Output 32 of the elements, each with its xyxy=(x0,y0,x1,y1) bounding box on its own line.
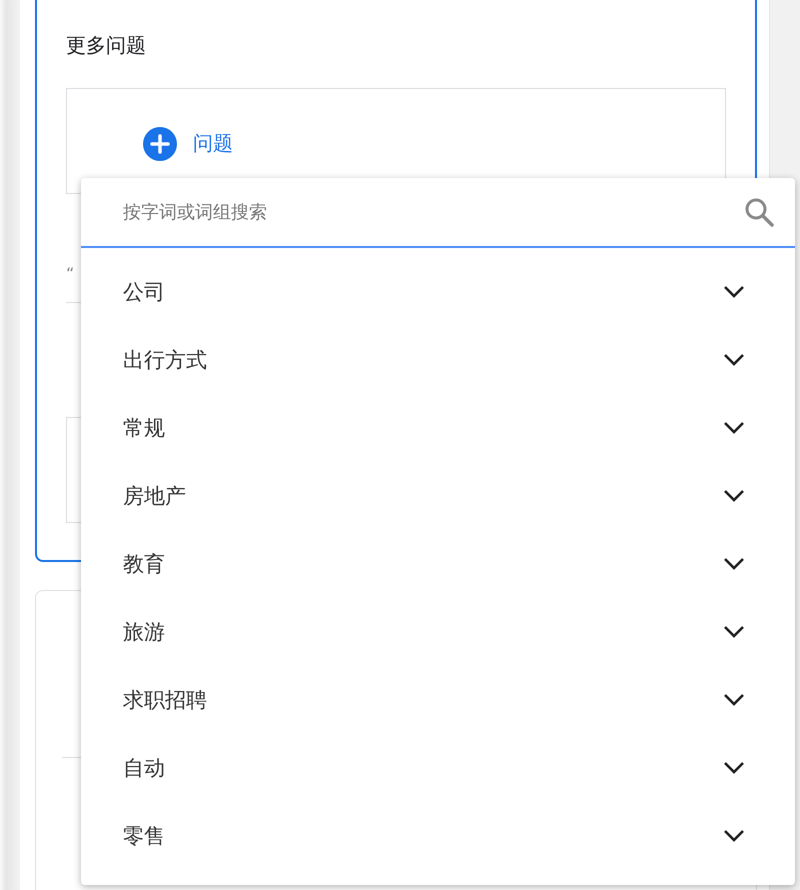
category-item[interactable]: 常规 xyxy=(81,394,795,462)
chevron-icon[interactable] xyxy=(723,761,745,775)
category-item[interactable]: 教育 xyxy=(81,530,795,598)
chevron-icon[interactable] xyxy=(723,353,745,367)
category-label: 自动 xyxy=(123,755,165,782)
chevron-icon[interactable] xyxy=(723,557,745,571)
category-label: 零售 xyxy=(123,823,165,850)
category-item[interactable]: 旅游 xyxy=(81,598,795,666)
category-label: 出行方式 xyxy=(123,347,207,374)
add-question-button[interactable]: 问题 xyxy=(143,126,233,160)
category-item[interactable]: 公司 xyxy=(81,258,795,326)
search-icon[interactable] xyxy=(743,196,775,228)
chevron-icon[interactable] xyxy=(723,693,745,707)
category-label: 求职招聘 xyxy=(123,687,207,714)
chevron-icon[interactable] xyxy=(723,489,745,503)
chevron-icon[interactable] xyxy=(723,829,745,843)
category-item[interactable]: 零售 xyxy=(81,802,795,870)
chevron-icon[interactable] xyxy=(723,285,745,299)
chevron-icon[interactable] xyxy=(723,625,745,639)
category-label: 旅游 xyxy=(123,619,165,646)
category-item[interactable]: 房地产 xyxy=(81,462,795,530)
category-label: 房地产 xyxy=(123,483,186,510)
section-title: 更多问题 xyxy=(66,32,147,59)
category-item[interactable]: 求职招聘 xyxy=(81,666,795,734)
plus-icon xyxy=(143,126,177,160)
field-label: “ xyxy=(66,264,74,283)
category-item[interactable]: 出行方式 xyxy=(81,326,795,394)
category-label: 教育 xyxy=(123,551,165,578)
chevron-icon[interactable] xyxy=(723,421,745,435)
category-item[interactable]: 自动 xyxy=(81,734,795,802)
category-label: 公司 xyxy=(123,279,165,306)
category-label: 常规 xyxy=(123,415,165,442)
